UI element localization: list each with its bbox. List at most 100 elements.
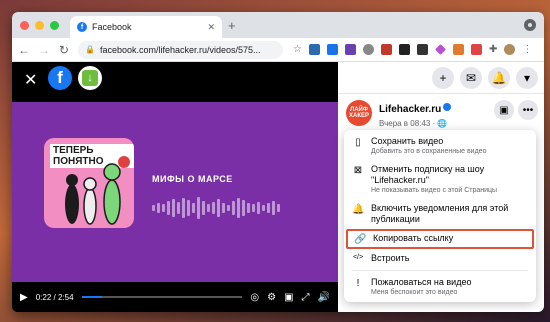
extension-icon[interactable] (362, 44, 374, 55)
menu-item-label: Пожаловаться на видео (371, 277, 472, 287)
waveform-bar (227, 205, 230, 211)
audio-waveform (152, 196, 280, 220)
facebook-favicon-icon: f (77, 22, 87, 32)
messenger-icon[interactable]: ✉ (460, 66, 482, 89)
bell-icon: 🔔 (352, 204, 365, 215)
captions-icon[interactable]: ◎ (250, 292, 259, 303)
facebook-logo-icon[interactable]: f (48, 66, 72, 90)
waveform-bar (172, 199, 175, 217)
puzzle-icon[interactable]: ✚ (489, 44, 497, 55)
menu-divider (352, 270, 528, 271)
picture-in-picture-icon[interactable]: ▣ (284, 292, 293, 303)
bookmark-star-icon[interactable]: ☆ (293, 44, 302, 55)
extension-icon[interactable] (344, 44, 356, 55)
create-button[interactable]: + (432, 66, 454, 89)
extension-icon[interactable] (452, 44, 464, 55)
waveform-bar (237, 198, 240, 218)
notifications-bell-icon[interactable]: 🔔 (488, 66, 510, 89)
tab-title: Facebook (92, 22, 132, 32)
browser-menu-icon[interactable] (524, 19, 536, 31)
post-timestamp[interactable]: Вчера в 08:43 · 🌐 (379, 119, 451, 128)
fullscreen-icon[interactable]: ⤢ (302, 292, 310, 303)
saved-icon[interactable]: ▣ (494, 100, 514, 120)
waveform-bar (232, 201, 235, 215)
forward-button[interactable]: → (38, 43, 50, 57)
tab-bar: f Facebook ✕ + (12, 12, 544, 38)
more-options-icon[interactable]: ••• (518, 100, 538, 120)
more-menu-icon[interactable]: ⋮ (522, 44, 532, 55)
close-window-button[interactable] (20, 21, 29, 30)
browser-window: f Facebook ✕ + ← → ↻ 🔒 facebook.com/life… (12, 12, 544, 312)
unfollow-icon: ⊠ (353, 165, 363, 176)
side-panel: + ✉ 🔔 ▾ ЛАЙФ ХАКЕР Lifehacker.ru Вчера в… (338, 62, 544, 312)
account-chevron-down-icon[interactable]: ▾ (516, 66, 538, 89)
extension-icon[interactable] (470, 44, 482, 55)
settings-gear-icon[interactable]: ⚙ (267, 292, 276, 303)
code-icon: </> (352, 254, 364, 261)
menu-item-label: Сохранить видео (371, 136, 444, 146)
extension-icon[interactable] (435, 44, 446, 55)
extension-icon[interactable] (308, 44, 320, 55)
menu-item-notifications[interactable]: 🔔 Включить уведомления для этой публикац… (344, 199, 536, 229)
menu-item-copy-link[interactable]: 🔗 Копировать ссылку (346, 229, 534, 249)
volume-icon[interactable]: 🔊 (318, 292, 330, 303)
play-button[interactable]: ▶ (20, 292, 28, 303)
menu-item-description: Добавить это в сохраненные видео (371, 148, 487, 155)
link-icon: 🔗 (354, 234, 367, 245)
waveform-bar (217, 199, 220, 217)
new-tab-button[interactable]: + (228, 18, 236, 33)
download-extension-button[interactable]: ↓ (78, 66, 102, 90)
video-viewer: ✕ f ↓ ТЕПЕРЬ ПОНЯТНО МИФЫ О МАРСЕ ▶ 0:22… (12, 62, 544, 312)
waveform-bar (252, 204, 255, 212)
waveform-bar (267, 203, 270, 213)
menu-item-label: Включить уведомления для этой публикации (371, 203, 509, 224)
video-title: МИФЫ О МАРСЕ (152, 174, 233, 184)
waveform-bar (272, 201, 275, 215)
page-header: ЛАЙФ ХАКЕР Lifehacker.ru Вчера в 08:43 ·… (338, 94, 544, 132)
video-thumbnail: ТЕПЕРЬ ПОНЯТНО (44, 138, 134, 228)
address-bar[interactable]: 🔒 facebook.com/lifehacker.ru/videos/575.… (78, 40, 283, 59)
menu-item-label: Копировать ссылку (373, 233, 454, 243)
waveform-bar (162, 204, 165, 212)
waveform-bar (262, 205, 265, 211)
waveform-bar (242, 200, 245, 216)
menu-item-label: Отменить подписку на шоу "Lifehacker.ru" (371, 164, 485, 185)
menu-item-embed[interactable]: </> Встроить (344, 249, 536, 268)
extension-icon[interactable] (326, 44, 338, 55)
avatar[interactable] (504, 44, 516, 55)
extension-icon[interactable] (380, 44, 392, 55)
waveform-bar (182, 198, 185, 218)
minimize-window-button[interactable] (35, 21, 44, 30)
download-icon: ↓ (82, 70, 98, 86)
back-button[interactable]: ← (18, 43, 30, 57)
zoom-window-button[interactable] (50, 21, 59, 30)
video-player[interactable]: ТЕПЕРЬ ПОНЯТНО МИФЫ О МАРСЕ (12, 102, 338, 282)
waveform-bar (187, 200, 190, 216)
post-actions: ▣ ••• (494, 100, 538, 120)
window-controls (20, 21, 59, 30)
time-display: 0:22 / 2:54 (35, 292, 74, 302)
lock-icon: 🔒 (85, 45, 95, 54)
menu-item-label: Встроить (371, 253, 410, 263)
page-avatar[interactable]: ЛАЙФ ХАКЕР (346, 100, 372, 126)
waveform-bar (222, 203, 225, 213)
url-text: facebook.com/lifehacker.ru/videos/575... (99, 44, 261, 55)
extensions-bar: ☆ ✚ ⋮ (293, 44, 532, 55)
menu-item-save-video[interactable]: ▯ Сохранить видео Добавить это в сохране… (344, 132, 536, 160)
verified-badge-icon (443, 103, 452, 112)
progress-bar[interactable] (81, 296, 243, 298)
waveform-bar (177, 202, 180, 214)
tab-facebook[interactable]: f Facebook ✕ (70, 16, 222, 38)
close-viewer-icon[interactable]: ✕ (24, 70, 37, 90)
tab-close-icon[interactable]: ✕ (207, 22, 215, 33)
page-name[interactable]: Lifehacker.ru (379, 104, 441, 115)
waveform-bar (212, 202, 215, 214)
mars-illustration-icon (65, 156, 130, 225)
menu-item-unfollow[interactable]: ⊠ Отменить подписку на шоу "Lifehacker.r… (344, 160, 536, 199)
extension-icon[interactable] (398, 44, 410, 55)
waveform-bar (277, 204, 280, 212)
menu-item-report[interactable]: ! Пожаловаться на видео Меня беспокоит э… (344, 273, 536, 301)
reload-button[interactable]: ↻ (58, 43, 70, 57)
extension-icon[interactable] (416, 44, 428, 55)
waveform-bar (202, 201, 205, 215)
